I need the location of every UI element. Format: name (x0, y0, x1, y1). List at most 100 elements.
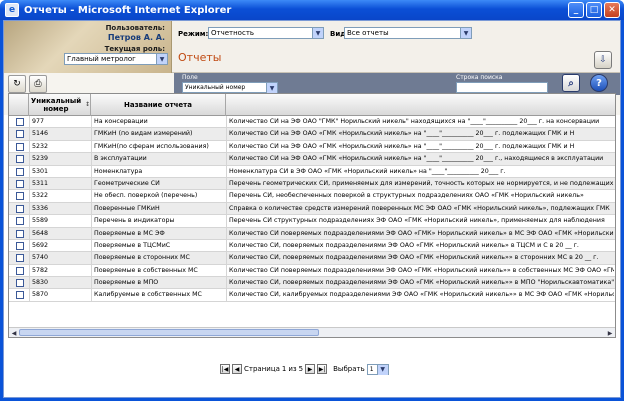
report-id: 5301 (29, 165, 91, 178)
table-row[interactable]: 5146 ГМКиН (по видам измерений) Количество… (9, 128, 615, 141)
sort-icon[interactable]: ↕ (85, 101, 90, 109)
reports-table: Уникальный номер ↕ Название отчета 977 На… (8, 93, 616, 338)
window-title: Отчеты - Microsoft Internet Explorer (24, 4, 232, 16)
page-select[interactable]: 1 ▼ (366, 363, 389, 375)
report-name: Поверяемые в сторонних МС (91, 252, 226, 265)
report-name: Поверяемые в ТЦСМиС (91, 239, 226, 252)
report-description: Количество СИ на ЭФ ОАО «ГМК «Норильский… (226, 153, 614, 166)
column-header-name[interactable]: Название отчета (91, 94, 226, 116)
table-row[interactable]: 5782 Поверяемые в собственных МС Количеств… (9, 264, 615, 278)
report-description: Количество СИ на ЭФ ОАО "ГМК" Норильский… (226, 116, 614, 128)
printer-icon: ⎙ (34, 79, 42, 89)
table-row[interactable]: 5740 Поверяемые в сторонних МС Количество … (9, 252, 615, 265)
page-select-value: 1 (369, 365, 374, 373)
row-checkbox[interactable] (16, 279, 24, 288)
chevron-down-icon[interactable]: ▼ (266, 83, 277, 93)
search-button[interactable]: ⌕ (562, 74, 580, 92)
mode-label: Режим: (178, 30, 209, 38)
row-checkbox[interactable] (16, 266, 24, 275)
report-name: Не обесп. поверкой (перечень) (91, 190, 226, 203)
report-name: Поверяемые в МС ЭФ (91, 227, 226, 240)
table-row[interactable]: 5336 Поверенные ГМКиН Справка о количестве… (9, 202, 615, 216)
row-checkbox[interactable] (16, 167, 24, 176)
page-label: Страница (244, 365, 280, 373)
report-description: Перечень СИ, необеспеченных поверкой в с… (226, 190, 614, 203)
report-description: Перечень геометрических СИ, применяемых … (226, 177, 614, 190)
view-select[interactable]: Все отчеты ▼ (344, 27, 472, 39)
brand-panel: Пользователь: Петров А. А. Текущая роль:… (4, 21, 172, 73)
column-header-id[interactable]: Уникальный номер ↕ (29, 94, 91, 116)
maximize-button[interactable]: □ (586, 2, 602, 18)
report-name: Поверяемые в собственных МС (91, 264, 226, 277)
help-button[interactable]: ? (590, 74, 608, 92)
refresh-button[interactable]: ↻ (8, 75, 26, 93)
horizontal-scroll-thumb[interactable] (19, 329, 319, 336)
table-row[interactable]: 5322 Не обесп. поверкой (перечень) Перечен… (9, 190, 615, 203)
role-select[interactable]: Главный метролог ▼ (64, 53, 168, 65)
report-name: ГМКиН (по видам измерений) (91, 128, 226, 141)
title-bar[interactable]: e Отчеты - Microsoft Internet Explorer _… (0, 0, 624, 20)
table-row[interactable]: 5232 ГМКиН(по сферам использования) Количе… (9, 140, 615, 154)
mode-select[interactable]: Отчетность ▼ (208, 27, 324, 39)
chevron-down-icon[interactable]: ▼ (156, 54, 167, 64)
row-checkbox[interactable] (16, 217, 24, 226)
report-description: Количество СИ, поверяемых подразделениям… (226, 277, 614, 290)
of-label: из (288, 365, 297, 373)
report-id: 5232 (29, 140, 91, 153)
report-description: Количество СИ, поверяемых подразделениям… (226, 239, 614, 252)
row-checkbox[interactable] (16, 192, 24, 201)
minimize-button[interactable]: _ (568, 2, 584, 18)
report-id: 5648 (29, 227, 91, 240)
prev-page-button[interactable]: ◀ (232, 364, 242, 374)
search-panel: Поле Уникальный номер ▼ Строка поиска ⌕ … (174, 73, 620, 95)
ie-icon: e (5, 3, 19, 17)
horizontal-scrollbar[interactable]: ◀ ▶ (9, 327, 615, 337)
next-page-button[interactable]: ▶ (305, 364, 316, 374)
row-checkbox[interactable] (16, 155, 24, 164)
scroll-right-icon[interactable]: ▶ (605, 328, 615, 337)
table-row[interactable]: 977 На консервации Количество СИ на ЭФ ОАО… (9, 116, 615, 129)
table-row[interactable]: 5830 Поверяемые в МПО Количество СИ, повер… (9, 277, 615, 290)
report-name: ГМКиН(по сферам использования) (91, 140, 226, 153)
row-checkbox[interactable] (16, 118, 24, 126)
report-name: Номенклатура (91, 165, 226, 178)
row-checkbox[interactable] (16, 204, 24, 213)
field-label: Поле (182, 74, 198, 81)
table-row[interactable]: 5301 Номенклатура Номенклатура СИ в ЭФ ОАО… (9, 165, 615, 178)
row-checkbox[interactable] (16, 254, 24, 263)
chevron-down-icon[interactable]: ▼ (460, 28, 471, 38)
row-checkbox[interactable] (16, 179, 24, 188)
print-button[interactable]: ⎙ (29, 75, 47, 93)
row-checkbox[interactable] (16, 130, 24, 139)
scroll-left-icon[interactable]: ◀ (9, 328, 19, 337)
row-checkbox[interactable] (16, 142, 24, 151)
view-value: Все отчеты (347, 29, 389, 37)
table-row[interactable]: 5589 Перечень в индикаторы Перечень СИ стр… (9, 215, 615, 228)
search-input[interactable] (456, 82, 548, 93)
report-name: Калибруемые в собственных МС (91, 289, 226, 302)
row-checkbox[interactable] (16, 241, 24, 250)
close-button[interactable]: ✕ (604, 2, 620, 18)
exit-button[interactable]: ⇩ (594, 51, 612, 69)
table-row[interactable]: 5692 Поверяемые в ТЦСМиС Количество СИ, по… (9, 239, 615, 253)
chevron-down-icon[interactable]: ▼ (312, 28, 323, 38)
row-checkbox[interactable] (16, 291, 24, 300)
chevron-down-icon[interactable]: ▼ (376, 364, 388, 375)
last-page-button[interactable]: ▶| (317, 364, 328, 374)
report-name: На консервации (91, 116, 226, 128)
mode-value: Отчетность (211, 29, 255, 37)
table-row[interactable]: 5870 Калибруемые в собственных МС Количест… (9, 289, 615, 302)
report-name: Поверенные ГМКиН (91, 202, 226, 215)
table-body: 977 На консервации Количество СИ на ЭФ ОАО… (9, 116, 615, 302)
field-select[interactable]: Уникальный номер ▼ (182, 82, 278, 93)
table-row[interactable]: 5311 Геометрические СИ Перечень геометриче… (9, 177, 615, 191)
current-page: 1 (281, 365, 287, 373)
select-column-header (9, 94, 29, 116)
table-header: Уникальный номер ↕ Название отчета (9, 94, 615, 116)
table-row[interactable]: 5648 Поверяемые в МС ЭФ Количество СИ пове… (9, 227, 615, 240)
table-row[interactable]: 5239 В эксплуатации Количество СИ на ЭФ ОА… (9, 153, 615, 166)
report-id: 5692 (29, 239, 91, 252)
row-checkbox[interactable] (16, 229, 24, 238)
first-page-button[interactable]: |◀ (220, 364, 230, 374)
column-header-description (226, 94, 615, 116)
